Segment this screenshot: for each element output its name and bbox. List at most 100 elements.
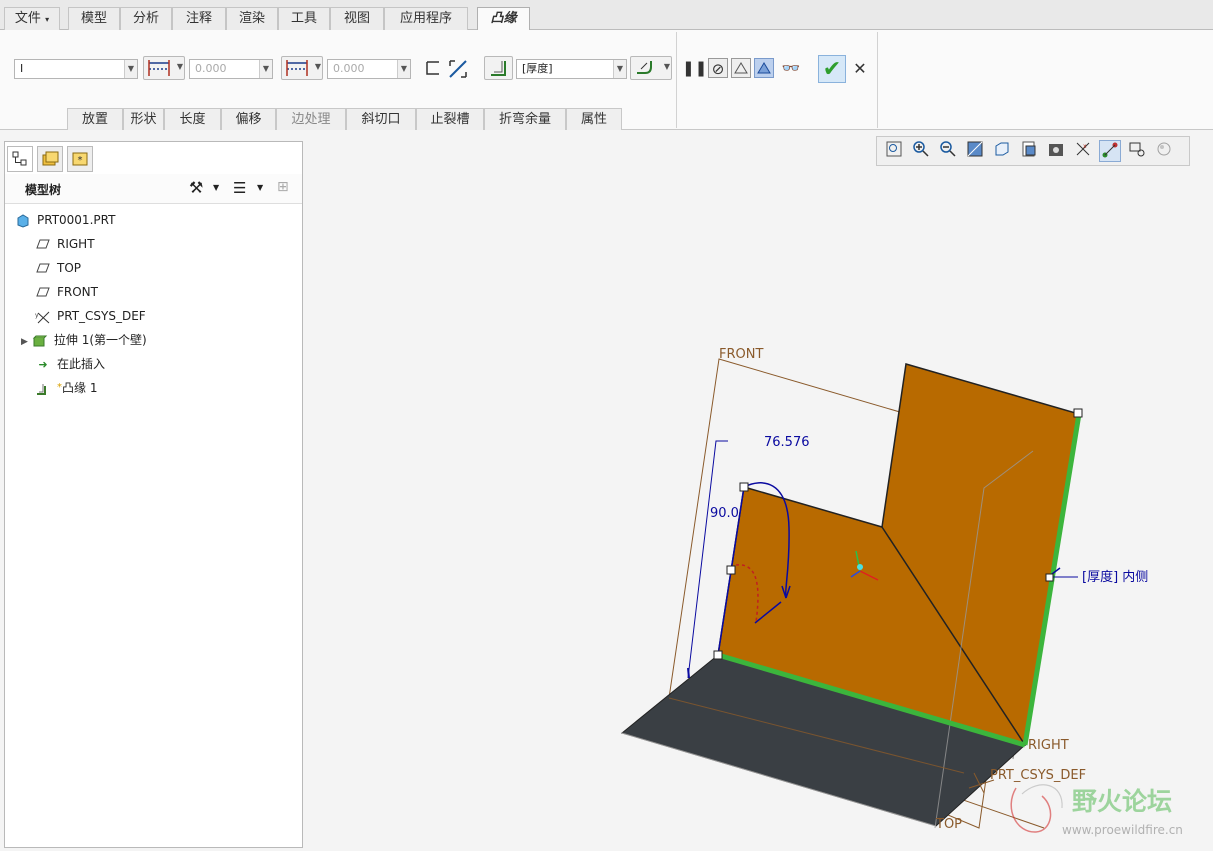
zoom-out-icon[interactable] bbox=[937, 140, 959, 162]
subtab-length[interactable]: 长度 bbox=[164, 108, 221, 130]
glasses-icon[interactable]: 👓 bbox=[778, 58, 804, 78]
settings-tools-icon[interactable]: ⚒ bbox=[189, 178, 203, 197]
tree-item-extrude[interactable]: ▶ 拉伸 1(第一个壁) bbox=[21, 329, 147, 351]
dimension-length-value[interactable]: 76.576 bbox=[764, 435, 810, 450]
label-top[interactable]: TOP bbox=[935, 817, 962, 832]
chevron-down-icon: ▼ bbox=[663, 62, 670, 71]
tab-view[interactable]: 视图 bbox=[330, 7, 384, 30]
tab-model[interactable]: 模型 bbox=[68, 7, 120, 30]
tab-flange[interactable]: 凸缘 bbox=[477, 7, 530, 31]
tree-item-label: RIGHT bbox=[57, 237, 95, 251]
tab-tools[interactable]: 工具 bbox=[278, 7, 330, 30]
part-icon bbox=[15, 213, 31, 228]
tab-file-label: 文件 bbox=[14, 11, 41, 26]
chevron-down-icon[interactable]: ▼ bbox=[257, 183, 263, 192]
subtab-miter-cut[interactable]: 斜切口 bbox=[346, 108, 416, 130]
label-front[interactable]: FRONT bbox=[719, 347, 763, 362]
model-tree-title: 模型树 bbox=[25, 183, 62, 197]
thickness-handle[interactable] bbox=[1045, 573, 1054, 582]
subtab-edge-treatment[interactable]: 边处理 bbox=[276, 108, 346, 130]
flip-profile-icon[interactable] bbox=[423, 58, 443, 78]
chevron-down-icon: ▼ bbox=[397, 60, 410, 78]
tree-item-label: 拉伸 1(第一个壁) bbox=[53, 333, 147, 347]
datum-plane-icon bbox=[35, 238, 51, 252]
tree-item-csys[interactable]: y PRT_CSYS_DEF bbox=[35, 305, 146, 327]
tab-render[interactable]: 渲染 bbox=[226, 7, 278, 30]
datum-plane-icon bbox=[35, 262, 51, 276]
length-type-1-button[interactable]: ▼ bbox=[143, 56, 185, 80]
tab-annotate[interactable]: 注释 bbox=[172, 7, 226, 30]
subtab-shape[interactable]: 形状 bbox=[123, 108, 164, 130]
svg-text:*: * bbox=[78, 155, 83, 166]
drag-handle[interactable] bbox=[739, 482, 749, 492]
verify-mode-icon[interactable] bbox=[754, 58, 774, 78]
cancel-button[interactable]: ✕ bbox=[850, 59, 870, 79]
flip-direction-icon[interactable] bbox=[447, 58, 467, 78]
chevron-down-icon: ▼ bbox=[259, 60, 272, 78]
bend-radius-button[interactable]: ▼ bbox=[630, 56, 672, 80]
tree-item-right[interactable]: RIGHT bbox=[35, 233, 95, 255]
saved-orientations-icon[interactable] bbox=[991, 140, 1013, 162]
folder-browser-tab[interactable] bbox=[37, 146, 63, 172]
tree-item-front[interactable]: FRONT bbox=[35, 281, 98, 303]
label-right[interactable]: RIGHT bbox=[1028, 738, 1069, 753]
display-style-icon[interactable] bbox=[1045, 140, 1067, 162]
subtab-bend-allowance[interactable]: 折弯余量 bbox=[484, 108, 566, 130]
tree-item-top[interactable]: TOP bbox=[35, 257, 81, 279]
subtab-properties[interactable]: 属性 bbox=[566, 108, 622, 130]
dimension-arrow-icon bbox=[687, 667, 690, 679]
subtab-relief[interactable]: 止裂槽 bbox=[416, 108, 484, 130]
annotation-display-icon[interactable] bbox=[1126, 140, 1148, 162]
chevron-down-icon: ▼ bbox=[314, 62, 321, 71]
thickness-side-icon bbox=[491, 61, 506, 76]
drag-handle[interactable] bbox=[726, 565, 736, 575]
tree-filter-icon[interactable]: ☰ bbox=[233, 179, 246, 197]
tree-item-insert-here[interactable]: ➜ 在此插入 bbox=[35, 353, 105, 375]
accept-button[interactable]: ✔ bbox=[818, 55, 846, 83]
spin-center-icon[interactable] bbox=[1099, 140, 1121, 162]
thickness-side-button[interactable] bbox=[484, 56, 513, 80]
preview-geometry-icon[interactable] bbox=[731, 58, 751, 78]
tab-applications[interactable]: 应用程序 bbox=[384, 7, 468, 30]
model-tree-tab[interactable] bbox=[7, 146, 33, 172]
tree-item-part[interactable]: PRT0001.PRT bbox=[15, 209, 115, 231]
length-2-field[interactable]: 0.000 ▼ bbox=[327, 59, 411, 79]
pause-icon[interactable]: ❚❚ bbox=[682, 58, 707, 78]
graphics-window[interactable]: FRONT RIGHT TOP PRT_CSYS_DEF 76.576 90.0… bbox=[304, 168, 1213, 848]
zoom-in-icon[interactable] bbox=[910, 140, 932, 162]
refit-icon[interactable] bbox=[883, 140, 905, 162]
appearance-gallery-icon[interactable] bbox=[1153, 140, 1175, 162]
tab-file[interactable]: 文件 ▾ bbox=[4, 7, 60, 30]
favorites-tab[interactable]: * bbox=[67, 146, 93, 172]
tree-item-flange[interactable]: *凸缘 1 bbox=[35, 377, 97, 399]
expand-arrow-icon[interactable]: ▶ bbox=[21, 337, 28, 347]
view-manager-icon[interactable] bbox=[1018, 140, 1040, 162]
datum-display-icon[interactable]: x bbox=[1072, 140, 1094, 162]
drag-handle[interactable] bbox=[713, 650, 723, 660]
show-columns-icon[interactable]: ⊞ bbox=[277, 179, 289, 195]
extrude-icon bbox=[32, 334, 48, 348]
model-tree-header: 模型树 ⚒ ▼ ☰ ▼ ⊞ bbox=[5, 174, 302, 204]
no-preview-icon[interactable]: ⊘ bbox=[708, 58, 728, 78]
insert-arrow-icon: ➜ bbox=[38, 357, 48, 371]
navigator-panel: * 模型树 ⚒ ▼ ☰ ▼ ⊞ PRT0001.PRT RIGHT TOP FR… bbox=[4, 141, 303, 848]
tab-analysis[interactable]: 分析 bbox=[120, 7, 172, 30]
repaint-icon[interactable] bbox=[964, 140, 986, 162]
thickness-select[interactable]: [厚度] ▼ bbox=[516, 59, 627, 79]
length-1-field[interactable]: 0.000 ▼ bbox=[189, 59, 273, 79]
watermark-text: 野火论坛 bbox=[1072, 787, 1172, 816]
chevron-down-icon[interactable]: ▼ bbox=[213, 183, 219, 192]
flange-icon bbox=[35, 382, 51, 396]
subtab-offset[interactable]: 偏移 bbox=[221, 108, 276, 130]
chevron-down-icon: ▼ bbox=[124, 60, 137, 78]
svg-text:x: x bbox=[1083, 143, 1087, 150]
drag-handle[interactable] bbox=[1073, 408, 1083, 418]
subtab-placement[interactable]: 放置 bbox=[67, 108, 123, 130]
model-canvas[interactable]: FRONT RIGHT TOP PRT_CSYS_DEF 76.576 90.0… bbox=[304, 168, 1213, 848]
label-csys[interactable]: PRT_CSYS_DEF bbox=[990, 768, 1086, 783]
graphics-toolbar: x bbox=[876, 136, 1190, 166]
thickness-side-note[interactable]: [厚度] 内侧 bbox=[1082, 569, 1148, 585]
shape-select[interactable]: I ▼ bbox=[14, 59, 138, 79]
dimension-angle-value[interactable]: 90.0 bbox=[710, 506, 739, 521]
length-type-2-button[interactable]: ▼ bbox=[281, 56, 323, 80]
